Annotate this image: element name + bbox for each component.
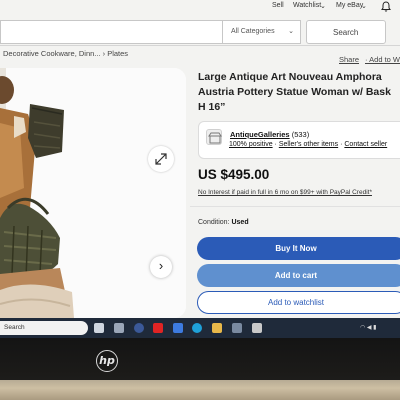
ebay-top-bar: Sell Watchlist ⌄ My eBay ⌄ bbox=[0, 0, 400, 20]
facebook-icon[interactable] bbox=[134, 323, 144, 333]
breadcrumb[interactable]: Decorative Cookware, Dinn... › Plates bbox=[3, 49, 128, 58]
system-tray[interactable]: ◠ ◀ ▮ bbox=[360, 324, 377, 331]
store-icon bbox=[206, 129, 222, 145]
header-divider bbox=[0, 45, 400, 46]
listing-title: Large Antique Art Nouveau Amphora Austri… bbox=[198, 71, 391, 113]
watchlist-chevron-icon[interactable]: ⌄ bbox=[320, 2, 326, 10]
next-image-chevron-icon[interactable]: › bbox=[150, 256, 172, 278]
seller-feedback-count: (533) bbox=[291, 130, 310, 139]
contact-seller-link[interactable]: Contact seller bbox=[344, 141, 387, 148]
expand-image-button[interactable] bbox=[148, 146, 174, 172]
share-link[interactable]: Share bbox=[339, 55, 359, 64]
seller-card bbox=[198, 121, 400, 159]
seller-name-link[interactable]: AntiqueGalleries bbox=[230, 130, 290, 139]
file-explorer-icon[interactable] bbox=[212, 323, 222, 333]
condition-row: Condition: Used bbox=[198, 219, 249, 226]
youtube-icon[interactable] bbox=[153, 323, 163, 333]
edge-icon[interactable] bbox=[192, 323, 202, 333]
product-image-gallery[interactable]: › bbox=[0, 68, 186, 318]
positive-feedback-link[interactable]: 100% positive bbox=[229, 141, 273, 148]
category-select[interactable]: All Categories ⌄ bbox=[222, 20, 301, 44]
add-to-watchlist-button[interactable]: Add to watchlist bbox=[197, 291, 400, 314]
seller-other-items-link[interactable]: Seller's other items bbox=[279, 141, 338, 148]
laptop-screen: Sell Watchlist ⌄ My eBay ⌄ All Categorie… bbox=[0, 0, 400, 338]
laptop-base bbox=[0, 380, 400, 400]
settings-icon[interactable] bbox=[252, 323, 262, 333]
taskbar-search[interactable]: Search bbox=[0, 321, 88, 335]
my-ebay-chevron-icon[interactable]: ⌄ bbox=[361, 2, 367, 10]
chevron-down-icon: ⌄ bbox=[288, 28, 294, 35]
app-icon[interactable] bbox=[173, 323, 183, 333]
task-view-icon[interactable] bbox=[94, 323, 104, 333]
search-bar: All Categories ⌄ Search bbox=[0, 20, 400, 46]
search-button[interactable]: Search bbox=[306, 20, 386, 44]
watchlist-link[interactable]: Watchlist bbox=[293, 2, 321, 9]
expand-icon bbox=[155, 153, 167, 165]
hp-logo: hp bbox=[96, 350, 118, 372]
add-to-cart-button[interactable]: Add to cart bbox=[197, 264, 400, 287]
store-app-icon[interactable] bbox=[232, 323, 242, 333]
windows-taskbar: Search ◠ ◀ ▮ bbox=[0, 318, 400, 338]
seller-meta-row: 100% positive · Seller's other items · C… bbox=[229, 141, 388, 148]
buy-it-now-button[interactable]: Buy It Now bbox=[197, 237, 400, 260]
sell-link[interactable]: Sell bbox=[272, 2, 284, 9]
my-ebay-link[interactable]: My eBay bbox=[336, 2, 363, 9]
product-photo bbox=[0, 68, 186, 318]
add-to-watchlist-link[interactable]: · Add to Wa bbox=[365, 55, 400, 64]
category-select-value: All Categories bbox=[231, 28, 275, 35]
condition-label: Condition: bbox=[198, 219, 230, 226]
paypal-credit-link[interactable]: No Interest if paid in full in 6 mo on $… bbox=[198, 189, 372, 196]
section-divider bbox=[190, 206, 400, 207]
widgets-icon[interactable] bbox=[114, 323, 124, 333]
condition-value: Used bbox=[231, 219, 249, 226]
price: US $495.00 bbox=[198, 167, 270, 182]
notification-bell-icon[interactable] bbox=[381, 1, 391, 12]
seller-name-row: AntiqueGalleries (533) bbox=[230, 130, 309, 139]
search-input[interactable] bbox=[0, 20, 222, 44]
